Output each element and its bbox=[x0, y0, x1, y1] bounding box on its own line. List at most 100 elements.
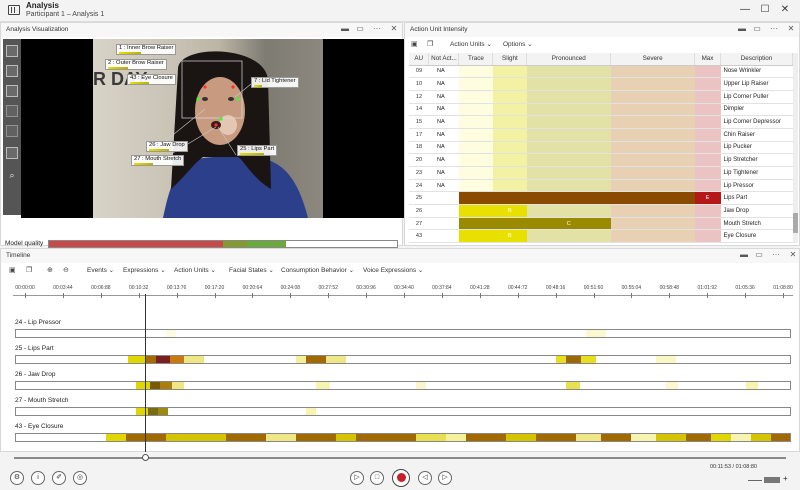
panel-close-icon[interactable]: ✕ bbox=[788, 250, 798, 259]
intensity-cell bbox=[610, 90, 695, 104]
intensity-cell bbox=[492, 217, 527, 231]
panel-restore-icon[interactable]: ▭ bbox=[355, 24, 365, 33]
au-row[interactable]: 17 NA Chin Raiser bbox=[409, 128, 793, 142]
step-back-button[interactable]: ◁ bbox=[418, 471, 432, 485]
expressions-dropdown[interactable]: Expressions ⌄ bbox=[123, 266, 166, 274]
save-icon[interactable]: ▣ bbox=[411, 40, 418, 48]
au-row[interactable]: 12 NA Lip Corner Puller bbox=[409, 90, 793, 104]
track-bar[interactable] bbox=[15, 433, 791, 442]
track-bar[interactable] bbox=[15, 381, 791, 390]
stop-button[interactable]: □ bbox=[370, 471, 384, 485]
action-unit-intensity-panel: Action Unit Intensity ▬ ▭ ··· ✕ ▣ ❐ Acti… bbox=[404, 22, 800, 246]
save-icon[interactable]: ▣ bbox=[9, 266, 16, 274]
au-row[interactable]: 27 C Mouth Stretch bbox=[409, 217, 793, 231]
panel-menu-icon[interactable]: ▬ bbox=[340, 24, 350, 33]
au-row[interactable]: 09 NA Nose Wrinkler bbox=[409, 65, 793, 79]
intensity-cell bbox=[526, 153, 611, 167]
consumption-behavior-dropdown[interactable]: Consumption Behavior ⌄ bbox=[281, 266, 354, 274]
volume-minus-icon[interactable] bbox=[748, 480, 762, 481]
au-row[interactable]: 23 NA Lip Tightener bbox=[409, 166, 793, 180]
search-icon[interactable]: ⌕ bbox=[6, 169, 18, 181]
au-row[interactable]: 18 NA Lip Pucker bbox=[409, 141, 793, 155]
frame-icon[interactable] bbox=[6, 65, 18, 77]
au-row[interactable]: 10 NA Upper Lip Raiser bbox=[409, 77, 793, 91]
marker-icon[interactable]: ✐ bbox=[52, 471, 66, 485]
col-pronounced[interactable]: Pronounced bbox=[526, 53, 612, 66]
col-au[interactable]: AU bbox=[409, 53, 430, 66]
panel-menu-icon[interactable]: ▬ bbox=[737, 24, 747, 33]
panel-more-icon[interactable]: ··· bbox=[771, 250, 781, 259]
zoom-out-icon[interactable]: ⊖ bbox=[63, 266, 69, 274]
au-row[interactable]: 14 NA Dimpler bbox=[409, 103, 793, 117]
volume-slider[interactable] bbox=[764, 477, 780, 483]
face-tracking-icon[interactable]: ◎ bbox=[73, 471, 87, 485]
au-row[interactable]: 20 NA Lip Stretcher bbox=[409, 153, 793, 167]
tick-label: 00:24:08 bbox=[280, 285, 301, 291]
settings-icon[interactable]: ⚙ bbox=[10, 471, 24, 485]
playhead[interactable] bbox=[145, 294, 146, 456]
record-button[interactable] bbox=[392, 469, 410, 487]
not-active-cell: NA bbox=[428, 90, 459, 104]
maximize-icon[interactable]: ☐ bbox=[758, 4, 772, 15]
track-bar[interactable] bbox=[15, 355, 791, 364]
step-forward-button[interactable]: ▷ bbox=[438, 471, 452, 485]
intensity-segment bbox=[466, 434, 506, 441]
au-row[interactable]: 15 NA Lip Corner Depressor bbox=[409, 115, 793, 129]
col-severe[interactable]: Severe bbox=[610, 53, 696, 66]
col-trace[interactable]: Trace bbox=[458, 53, 494, 66]
face-box-icon[interactable] bbox=[6, 45, 18, 57]
col-max[interactable]: Max bbox=[694, 53, 721, 66]
au-row[interactable]: 26 B Jaw Drop bbox=[409, 204, 793, 218]
panel-close-icon[interactable]: ✕ bbox=[389, 24, 399, 33]
track-bar[interactable] bbox=[15, 407, 791, 416]
not-active-cell: NA bbox=[428, 179, 459, 193]
intensity-segment bbox=[128, 356, 146, 363]
seek-handle[interactable] bbox=[142, 454, 149, 461]
tick-label: 00:37:84 bbox=[432, 285, 452, 291]
panel-more-icon[interactable]: ··· bbox=[769, 24, 779, 33]
landmarks-icon[interactable] bbox=[6, 85, 18, 97]
au-row[interactable]: 25 E Lips Part bbox=[409, 191, 793, 206]
close-icon[interactable]: ✕ bbox=[778, 4, 792, 15]
panel-close-icon[interactable]: ✕ bbox=[786, 24, 796, 33]
panel-restore-icon[interactable]: ▭ bbox=[752, 24, 762, 33]
intensity-cell bbox=[492, 179, 527, 193]
options-dropdown[interactable]: Options ⌄ bbox=[503, 40, 533, 48]
seek-bar[interactable] bbox=[14, 457, 786, 459]
minimize-icon[interactable]: — bbox=[738, 4, 752, 15]
tick-mark bbox=[62, 293, 64, 298]
intensity-segment bbox=[184, 356, 204, 363]
voice-expressions-dropdown[interactable]: Voice Expressions ⌄ bbox=[363, 266, 423, 274]
volume-plus-icon[interactable]: + bbox=[783, 474, 788, 483]
action-units-dropdown[interactable]: Action Units ⌄ bbox=[174, 266, 216, 274]
copy-icon[interactable]: ❐ bbox=[427, 40, 433, 48]
crop-icon[interactable] bbox=[6, 147, 18, 159]
action-units-dropdown[interactable]: Action Units ⌄ bbox=[450, 40, 492, 48]
play-button[interactable]: ▷ bbox=[350, 471, 364, 485]
col-not-active[interactable]: Not Act... bbox=[428, 53, 460, 66]
model-quality-segment bbox=[49, 241, 223, 247]
copy-icon[interactable]: ❐ bbox=[26, 266, 32, 274]
au-row[interactable]: 24 NA Lip Pressor bbox=[409, 179, 793, 193]
zoom-in-icon[interactable]: ⊕ bbox=[47, 266, 53, 274]
panel-restore-icon[interactable]: ▭ bbox=[754, 250, 764, 259]
mask-icon[interactable] bbox=[6, 125, 18, 137]
intensity-segment bbox=[136, 408, 148, 415]
tick-mark bbox=[290, 293, 292, 298]
not-active-cell: NA bbox=[428, 166, 459, 180]
au-scrollbar[interactable] bbox=[793, 53, 798, 243]
info-icon[interactable]: i bbox=[31, 471, 45, 485]
panel-more-icon[interactable]: ··· bbox=[372, 24, 382, 33]
timeline-ruler[interactable]: 00:00:00 00:03:44 00:06:88 00:10:32 00:13:76… bbox=[13, 281, 793, 305]
track-bar[interactable] bbox=[15, 329, 791, 338]
panel-menu-icon[interactable]: ▬ bbox=[739, 250, 749, 259]
au-row[interactable]: 43 B Eye Closure bbox=[409, 229, 793, 244]
mesh-icon[interactable] bbox=[6, 105, 18, 117]
intensity-segment bbox=[146, 356, 156, 363]
col-slight[interactable]: Slight bbox=[492, 53, 528, 66]
intensity-segment bbox=[711, 434, 731, 441]
tick-label: 00:00:00 bbox=[15, 285, 35, 291]
col-description[interactable]: Description bbox=[720, 53, 793, 66]
facial-states-dropdown[interactable]: Facial States ⌄ bbox=[229, 266, 274, 274]
events-dropdown[interactable]: Events ⌄ bbox=[87, 266, 114, 274]
